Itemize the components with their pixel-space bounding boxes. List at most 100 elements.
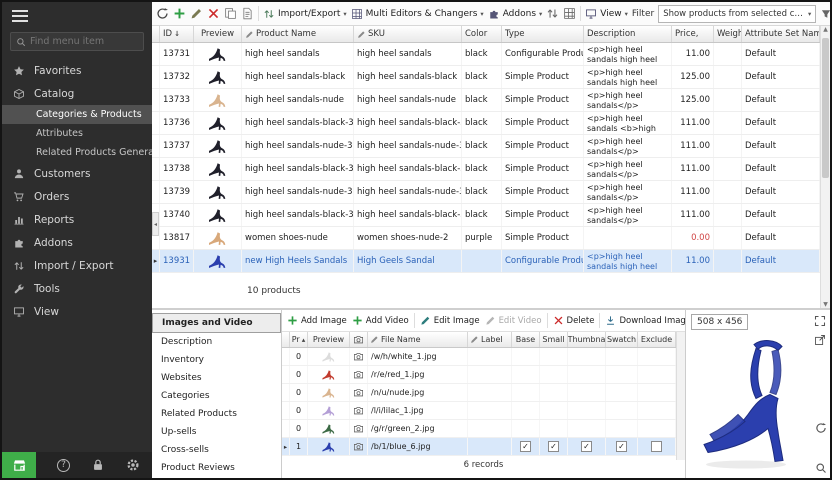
sidebar-item-reports[interactable]: Reports [2,208,152,231]
product-row[interactable]: 13733 high heel sandals-nude high heel s… [152,89,820,112]
exclude-checkbox[interactable] [651,441,662,452]
base-checkbox[interactable]: ✓ [520,441,531,452]
row-expander-icon[interactable]: ▸ [282,438,290,455]
sidebar-item-view[interactable]: View [2,300,152,323]
header-base[interactable]: Base [512,332,540,347]
download-image-button[interactable]: Download Image [605,315,685,326]
image-row[interactable]: 0 /n/u/nude.jpg [282,384,676,402]
refresh-icon[interactable] [156,7,169,20]
header-id[interactable]: ID↓ [160,26,194,42]
view-button[interactable]: View ▾ [585,8,628,20]
sidebar-item-favorites[interactable]: Favorites [2,59,152,82]
header-exclude[interactable]: Exclude [638,332,676,347]
add-image-button[interactable]: Add Image [287,315,347,326]
sidebar-item-customers[interactable]: Customers [2,162,152,185]
scroll-up-icon[interactable]: ▲ [823,26,828,33]
header-image-preview[interactable]: Preview [308,332,350,347]
header-priority[interactable]: Pr▴ [290,332,308,347]
fullscreen-icon[interactable] [814,315,826,327]
header-label[interactable]: Label [468,332,512,347]
sidebar-item-catalog[interactable]: Catalog [2,82,152,105]
menu-hamburger-icon[interactable] [12,10,28,22]
add-product-icon[interactable] [173,7,186,20]
sidebar-item-orders[interactable]: Orders [2,185,152,208]
header-swatch[interactable]: Swatch [606,332,638,347]
store-manager-logo-button[interactable] [2,452,36,478]
sidebar-item-tools[interactable]: Tools [2,277,152,300]
addons-button[interactable]: Addons ▾ [488,8,543,20]
lock-icon[interactable] [91,458,105,472]
tab-cross-sells[interactable]: Cross-sells [152,441,281,459]
header-weight[interactable]: Weight [714,26,742,42]
header-price[interactable]: Price, [672,26,714,42]
product-row[interactable]: 13739 high heel sandals-nude-37 high hee… [152,181,820,204]
images-scrollbar[interactable] [676,332,685,460]
tab-description[interactable]: Description [152,333,281,351]
product-row[interactable]: 13736 high heel sandals-black-36 high he… [152,112,820,135]
sidebar-search[interactable] [10,32,144,51]
delete-product-icon[interactable] [207,7,220,20]
sidebar-item-import-export[interactable]: Import / Export [2,254,152,277]
tab-categories[interactable]: Categories [152,387,281,405]
product-row[interactable]: 13738 high heel sandals-black-37 high he… [152,158,820,181]
filter-select[interactable]: Show products from selected categories ▾ [658,5,816,23]
scroll-down-icon[interactable]: ▼ [821,301,830,308]
image-row[interactable]: 0 /g/r/green_2.jpg [282,420,676,438]
product-row[interactable]: 13731 high heel sandals high heel sandal… [152,43,820,66]
product-row[interactable]: 13817 women shoes-nude women shoes-nude-… [152,227,820,250]
sidebar-item-attributes[interactable]: Attributes [2,124,152,143]
grid-scrollbar[interactable]: ▲ ▼ [820,26,830,308]
row-expander-icon[interactable]: ▸ [152,250,160,272]
swatch-checkbox[interactable]: ✓ [616,441,627,452]
thumbnail-checkbox[interactable]: ✓ [581,441,592,452]
product-row[interactable]: 13740 high heel sandals-black-38 high he… [152,204,820,227]
header-preview[interactable]: Preview [194,26,242,42]
image-row[interactable]: 0 /l/i/lilac_1.jpg [282,402,676,420]
image-row[interactable]: 0 /r/e/red_1.jpg [282,366,676,384]
sidebar-item-addons[interactable]: Addons [2,231,152,254]
scrollbar-thumb[interactable] [822,38,829,178]
tab-product-reviews[interactable]: Product Reviews [152,459,281,477]
header-description[interactable]: Description [584,26,672,42]
edit-image-button[interactable]: Edit Image [420,315,480,326]
product-row[interactable]: 13737 high heel sandals-nude-36 high hee… [152,135,820,158]
small-checkbox[interactable]: ✓ [548,441,559,452]
product-row-selected[interactable]: ▸ 13931 new High Heels Sandals High Geel… [152,250,820,273]
sidebar-search-input[interactable] [30,36,138,47]
multi-editors-button[interactable]: Multi Editors & Changers ▾ [351,8,484,20]
tab-up-sells[interactable]: Up-sells [152,423,281,441]
column-settings-icon[interactable] [563,7,576,20]
image-row-selected[interactable]: ▸ 1 /b/1/blue_6.jpg ✓ ✓ ✓ ✓ [282,438,676,456]
help-icon[interactable]: ? [57,459,70,472]
header-thumbnail[interactable]: Thumbna [568,332,606,347]
image-row[interactable]: 0 /w/h/white_1.jpg [282,348,676,366]
edit-product-icon[interactable] [190,7,203,20]
tab-related-products[interactable]: Related Products [152,405,281,423]
header-attribute-set[interactable]: Attribute Set Name [742,26,820,42]
import-export-button[interactable]: Import/Export ▾ [263,8,347,20]
tab-inventory[interactable]: Inventory [152,351,281,369]
header-small[interactable]: Small [540,332,568,347]
header-type[interactable]: Type [502,26,584,42]
rotate-icon[interactable] [815,422,827,434]
product-row[interactable]: 13732 high heel sandals-black high heel … [152,66,820,89]
sidebar-collapse-handle[interactable]: ◂ [152,212,159,236]
edit-video-button[interactable]: Edit Video [485,315,542,326]
sidebar-item-categories-products[interactable]: Categories & Products [2,105,152,124]
delete-image-button[interactable]: Delete [553,315,595,326]
tab-websites[interactable]: Websites [152,369,281,387]
sidebar-item-related-products-generator[interactable]: Related Products Generator [2,143,152,162]
filters-button[interactable]: Filters ▾ [820,8,830,20]
header-product-name[interactable]: Product Name [242,26,354,42]
header-file-name[interactable]: File Name [368,332,468,347]
sort-columns-icon[interactable] [546,7,559,20]
gear-icon[interactable] [126,458,140,472]
zoom-icon[interactable] [815,462,827,474]
header-camera[interactable] [350,332,368,347]
paste-icon[interactable] [241,7,254,20]
tab-images-and-video[interactable]: Images and Video [152,313,281,333]
add-video-button[interactable]: Add Video [352,315,409,326]
header-color[interactable]: Color [462,26,502,42]
copy-icon[interactable] [224,7,237,20]
header-sku[interactable]: SKU [354,26,462,42]
